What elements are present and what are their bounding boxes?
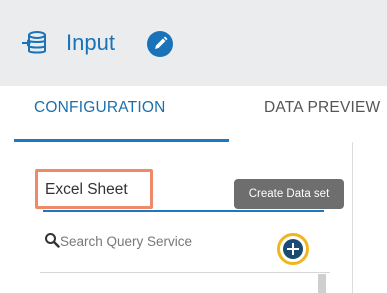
search-icon	[45, 233, 60, 248]
dataset-name-value: Excel Sheet	[45, 181, 128, 198]
scrollbar[interactable]	[318, 274, 326, 293]
dataset-name-underline	[43, 210, 324, 212]
create-dataset-tooltip: Create Data set	[234, 179, 344, 209]
tab-configuration[interactable]: CONFIGURATION	[34, 98, 165, 118]
create-dataset-button[interactable]	[277, 233, 309, 265]
list-top-border	[40, 272, 330, 273]
panel-header	[0, 0, 387, 86]
configuration-panel	[0, 142, 387, 293]
pencil-edit-icon[interactable]	[146, 30, 174, 58]
page-title: Input	[66, 30, 115, 55]
plus-circle-icon	[283, 239, 303, 259]
database-input-icon	[22, 31, 46, 54]
panel-divider	[352, 142, 353, 293]
dataset-name-field[interactable]: Excel Sheet	[35, 169, 153, 209]
search-query-service-input[interactable]	[60, 229, 270, 253]
tab-data-preview[interactable]: DATA PREVIEW	[264, 98, 380, 118]
